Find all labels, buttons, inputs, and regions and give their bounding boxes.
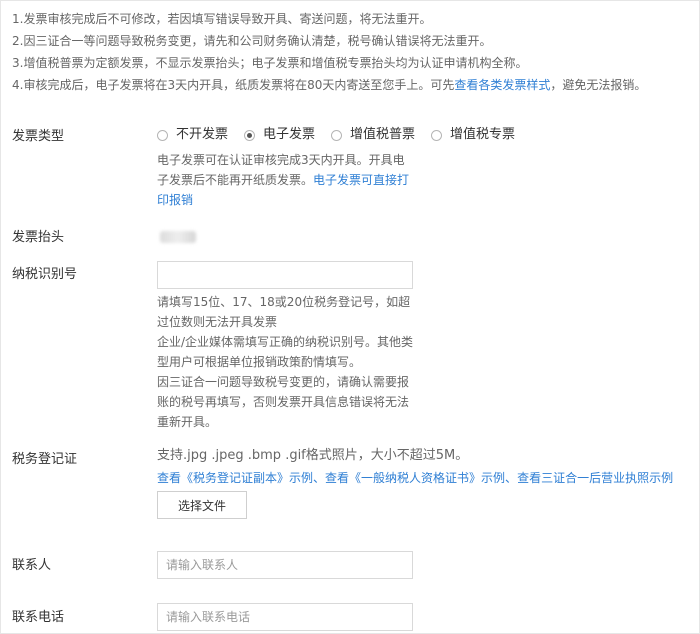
radio-vat-special-invoice[interactable]: 增值税专票: [431, 126, 515, 144]
radio-circle-vat-normal-invoice[interactable]: [331, 129, 343, 141]
radio-label-vat-normal-invoice: 增值税普票: [350, 127, 416, 142]
radio-electronic-invoice[interactable]: 电子发票: [244, 126, 315, 144]
tax-id-help-line-1: 请填写15位、17、18或20位税务登记号，如超: [157, 295, 411, 309]
tax-id-label: 纳税识别号: [12, 267, 78, 282]
notice-line-4: 4.审核完成后，电子发票将在3天内开具，纸质发票将在80天内寄送至您手上。可先查…: [12, 74, 692, 96]
phone-label: 联系电话: [12, 610, 65, 625]
notice-line-1: 1.发票审核完成后不可修改，若因填写错误导致开具、寄送问题，将无法重开。: [12, 12, 432, 26]
tax-id-help-line-4: 型用户可根据单位报销政策酌情填写。: [157, 355, 362, 369]
examples-separator-1: 、: [313, 471, 326, 485]
file-button-wrap: 选择文件: [157, 491, 247, 519]
tax-cert-examples: 查看《税务登记证副本》示例、查看《一般纳税人资格证书》示例、查看三证合一后营业执…: [157, 469, 673, 487]
notice-block: 1.发票审核完成后不可修改，若因填写错误导致开具、寄送问题，将无法重开。 2.因…: [12, 8, 692, 96]
tax-cert-copy-example-link[interactable]: 查看《税务登记证副本》示例: [157, 471, 313, 485]
contact-input-wrap: [157, 551, 413, 579]
tax-id-input-wrap: [157, 261, 413, 289]
radio-label-no-invoice: 不开发票: [176, 127, 229, 142]
notice-line-3: 3.增值税普票为定额发票，不显示发票抬头；电子发票和增值税专票抬头均为认证申请机…: [12, 56, 528, 70]
phone-input-wrap: [157, 603, 413, 631]
tax-id-help-line-7: 重新开具。: [157, 415, 218, 429]
e-invoice-print-link-cont[interactable]: 印报销: [157, 193, 193, 207]
tax-id-help: 请填写15位、17、18或20位税务登记号，如超 过位数则无法开具发票 企业/企…: [157, 292, 427, 432]
radio-circle-vat-special-invoice[interactable]: [431, 129, 443, 141]
choose-file-button[interactable]: 选择文件: [157, 491, 247, 519]
tax-id-help-line-6: 账的税号再填写，否则发票开具信息错误将无法: [157, 395, 410, 409]
tax-id-input[interactable]: [157, 261, 413, 289]
invoice-type-help-line-2: 子发票后不能再开纸质发票。电子发票可直接打: [157, 170, 427, 190]
invoice-type-radio-group: 不开发票 电子发票 增值税普票 增值税专票: [157, 126, 531, 144]
notice-line-4-suffix: ，避免无法报销。: [550, 78, 647, 92]
general-taxpayer-cert-example-link[interactable]: 查看《一般纳税人资格证书》示例: [325, 471, 505, 485]
examples-separator-2: 、: [505, 471, 518, 485]
invoice-type-label: 发票类型: [12, 129, 65, 144]
radio-label-electronic-invoice: 电子发票: [263, 127, 316, 142]
radio-vat-normal-invoice[interactable]: 增值税普票: [331, 126, 415, 144]
radio-label-vat-special-invoice: 增值税专票: [450, 127, 516, 142]
radio-no-invoice[interactable]: 不开发票: [157, 126, 228, 144]
tax-id-help-line-2: 过位数则无法开具发票: [157, 315, 278, 329]
radio-circle-electronic-invoice[interactable]: [244, 129, 256, 141]
contact-input[interactable]: [157, 551, 413, 579]
phone-input[interactable]: [157, 603, 413, 631]
radio-circle-no-invoice[interactable]: [157, 129, 168, 141]
invoice-samples-link[interactable]: 查看各类发票样式: [454, 78, 550, 92]
tax-cert-label: 税务登记证: [12, 452, 78, 467]
business-license-example-link[interactable]: 查看三证合一后营业执照示例: [517, 471, 673, 485]
invoice-title-label: 发票抬头: [12, 230, 65, 245]
tax-id-help-line-5: 因三证合一问题导致税号变更的，请确认需要报: [157, 375, 410, 389]
invoice-type-help-line-1: 电子发票可在认证审核完成3天内开具。开具电: [157, 153, 405, 167]
e-invoice-print-link[interactable]: 电子发票可直接打: [313, 173, 409, 187]
tax-id-help-line-3: 企业/企业媒体需填写正确的纳税识别号。其他类: [157, 335, 414, 349]
invoice-type-help-line-3: 印报销: [157, 190, 427, 210]
tax-cert-format-hint: 支持.jpg .jpeg .bmp .gif格式照片，大小不超过5M。: [157, 448, 469, 463]
notice-line-2: 2.因三证合一等问题导致税务变更，请先和公司财务确认清楚，税号确认错误将无法重开…: [12, 34, 492, 48]
contact-label: 联系人: [12, 558, 52, 573]
invoice-type-help: 电子发票可在认证审核完成3天内开具。开具电 子发票后不能再开纸质发票。电子发票可…: [157, 150, 427, 210]
invoice-title-value-blurred: [160, 231, 196, 243]
notice-line-4-prefix: 4.审核完成后，电子发票将在3天内开具，纸质发票将在80天内寄送至您手上。可先: [12, 78, 455, 92]
invoice-type-help-line-2-text: 子发票后不能再开纸质发票。: [157, 173, 314, 187]
